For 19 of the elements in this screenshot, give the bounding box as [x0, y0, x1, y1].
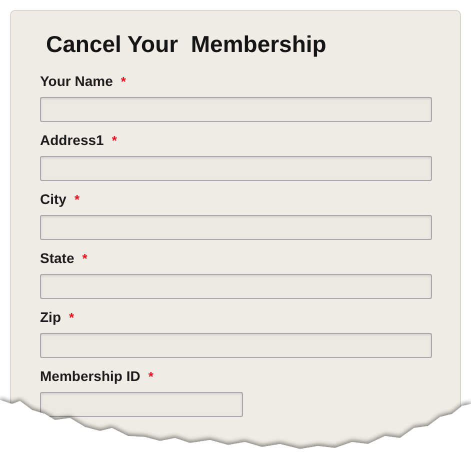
required-marker: *	[120, 74, 126, 89]
input-field[interactable]	[40, 333, 432, 358]
required-marker: *	[69, 310, 74, 325]
required-marker: *	[112, 133, 117, 148]
field-label: Zip	[40, 309, 61, 325]
input-field[interactable]	[40, 215, 432, 240]
field-label: Address1	[40, 132, 104, 148]
field-label: Your Name	[40, 73, 113, 89]
required-marker: *	[74, 192, 80, 207]
field-label: State	[40, 250, 74, 266]
field-label: Membership ID	[40, 368, 140, 384]
required-marker: *	[82, 251, 88, 266]
input-field[interactable]	[40, 156, 432, 181]
input-field[interactable]	[40, 392, 243, 417]
field-label: City	[40, 191, 66, 207]
input-field[interactable]	[40, 274, 432, 299]
input-field[interactable]	[40, 97, 432, 122]
form-title: Cancel Your Membership	[46, 30, 328, 58]
required-marker: *	[148, 369, 154, 384]
